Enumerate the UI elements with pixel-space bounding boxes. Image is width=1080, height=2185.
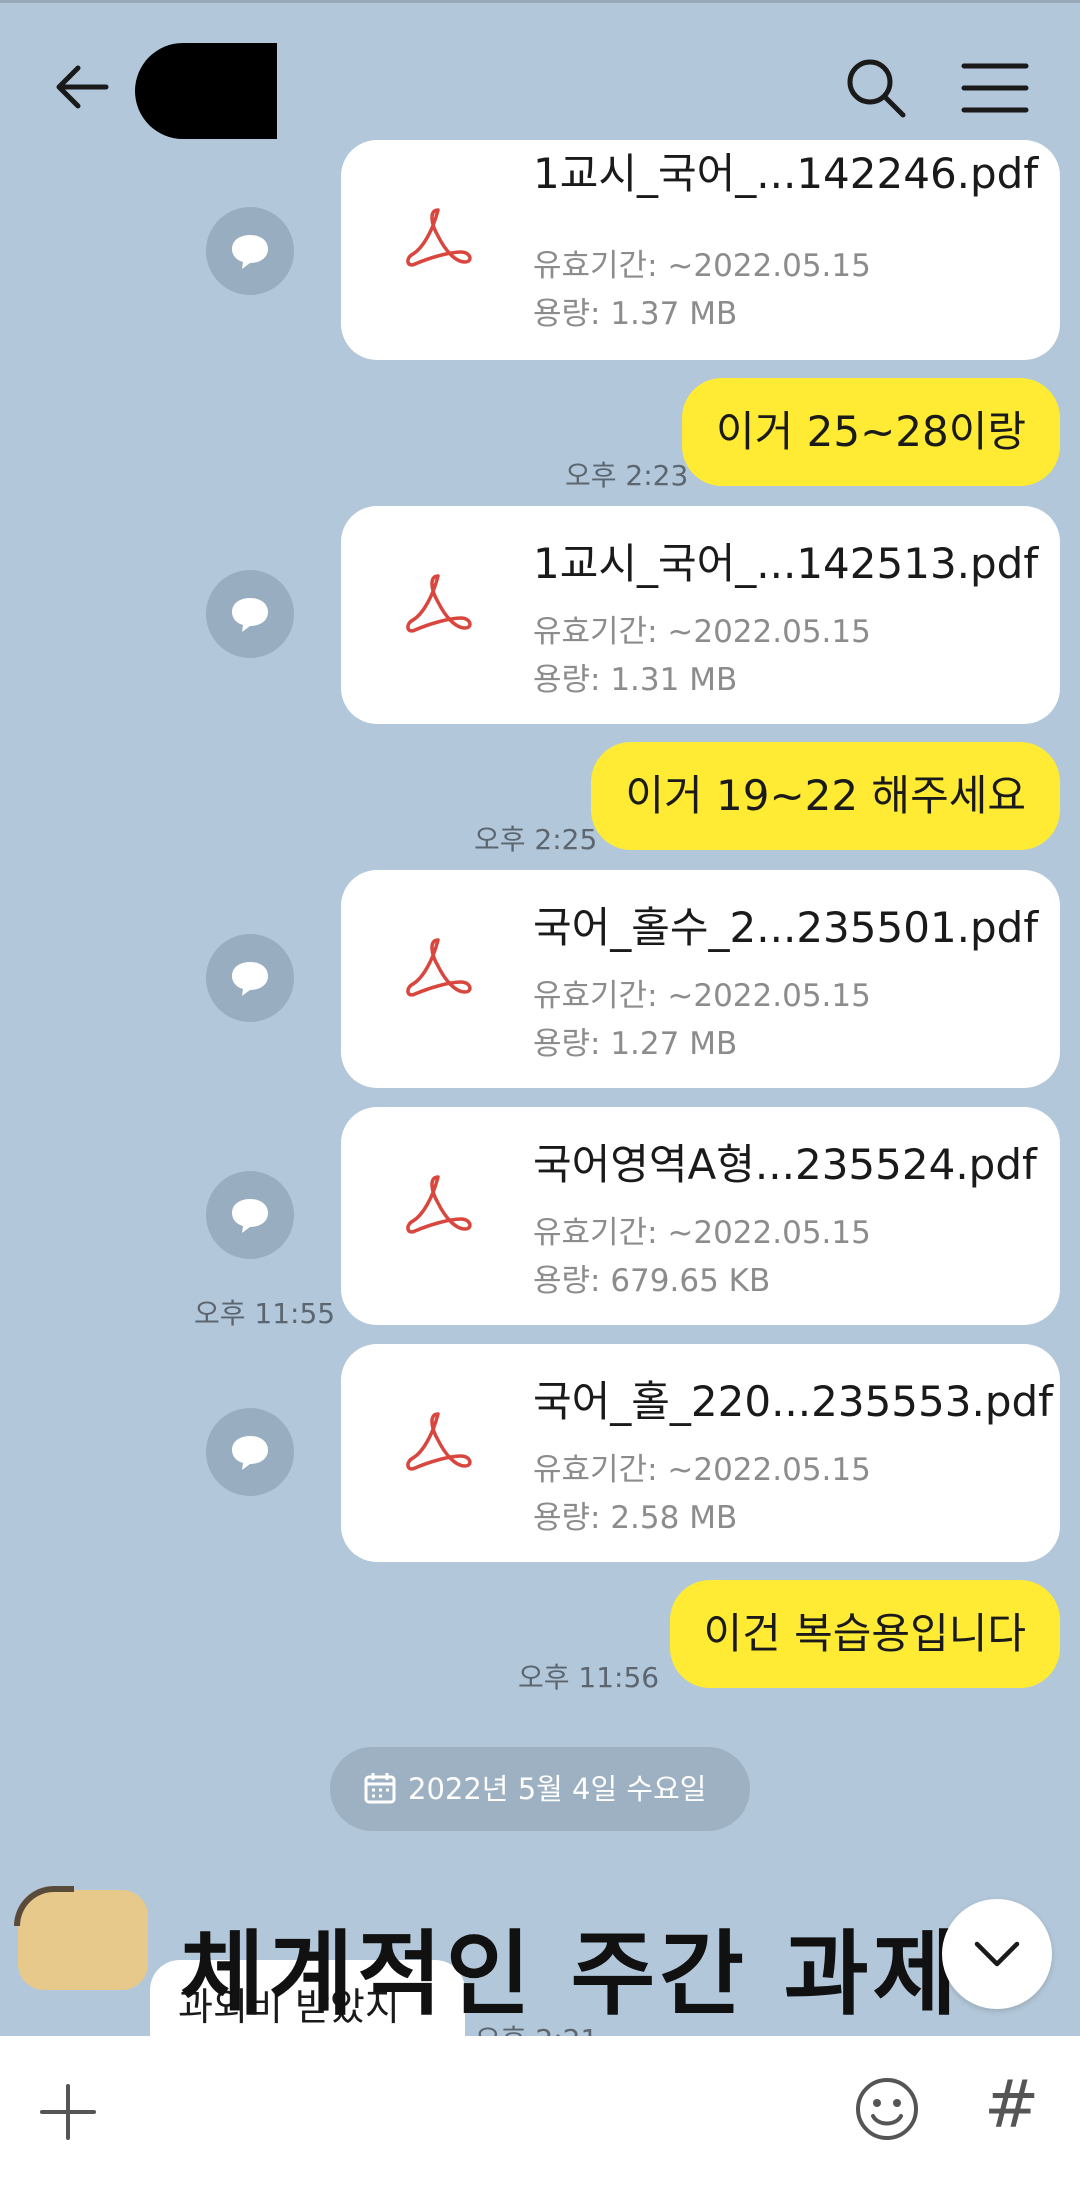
my-message-bubble[interactable]: 이거 25~28이랑 [682, 378, 1060, 486]
file-size: 용량: 679.65 KB [533, 1263, 771, 1299]
file-expiry: 유효기간: ~2022.05.15 [533, 1452, 871, 1488]
message-input-bar: # [0, 2036, 1080, 2185]
menu-button[interactable] [960, 58, 1030, 118]
redacted-chat-name [135, 43, 277, 139]
message-time: 오후 2:25 [474, 823, 598, 856]
file-name: 국어영역A형...235524.pdf [533, 1140, 1037, 1189]
attach-button[interactable] [38, 2082, 98, 2146]
share-button[interactable] [206, 934, 294, 1022]
file-expiry: 유효기간: ~2022.05.15 [533, 614, 871, 650]
pdf-icon [406, 938, 472, 997]
file-size: 용량: 1.31 MB [533, 662, 738, 698]
message-time: 오후 2:23 [565, 459, 689, 492]
speech-bubble-icon [232, 962, 268, 996]
speech-bubble-icon [232, 1436, 268, 1470]
plus-icon [40, 2084, 96, 2140]
pdf-icon [406, 208, 472, 267]
file-card[interactable]: 1교시_국어_...142246.pdf 유효기간: ~2022.05.15 용… [341, 140, 1060, 360]
my-message-bubble[interactable]: 이건 복습용입니다 [669, 1580, 1060, 1688]
pdf-icon [406, 574, 472, 633]
file-card[interactable]: 국어영역A형...235524.pdf 유효기간: ~2022.05.15 용량… [341, 1107, 1060, 1325]
speech-bubble-icon [232, 235, 268, 269]
file-card[interactable]: 국어_홀수_2...235501.pdf 유효기간: ~2022.05.15 용… [341, 870, 1060, 1088]
calendar-icon [364, 1773, 396, 1804]
overlay-caption: 체계적인 주간 과제 [180, 1921, 962, 2028]
date-divider: 2022년 5월 4일 수요일 [330, 1747, 750, 1831]
status-divider [0, 0, 1080, 3]
file-card[interactable]: 국어_홀_220...235553.pdf 유효기간: ~2022.05.15 … [341, 1344, 1060, 1562]
back-button[interactable] [48, 52, 118, 122]
date-divider-label: 2022년 5월 4일 수요일 [408, 1772, 707, 1806]
scroll-to-bottom-button[interactable] [942, 1899, 1052, 2009]
my-message-bubble[interactable]: 이거 19~22 해주세요 [591, 742, 1060, 850]
speech-bubble-icon [232, 1199, 268, 1233]
file-expiry: 유효기간: ~2022.05.15 [533, 248, 871, 284]
share-button[interactable] [206, 570, 294, 658]
file-expiry: 유효기간: ~2022.05.15 [533, 1215, 871, 1251]
search-button[interactable] [843, 55, 909, 121]
file-name: 국어_홀수_2...235501.pdf [533, 903, 1039, 952]
chat-screen: 1교시_국어_...142246.pdf 유효기간: ~2022.05.15 용… [0, 0, 1080, 2185]
file-name: 1교시_국어_...142513.pdf [533, 539, 1039, 588]
file-size: 용량: 1.37 MB [533, 296, 738, 332]
share-button[interactable] [206, 1408, 294, 1496]
message-time: 오후 11:55 [194, 1297, 336, 1330]
pdf-icon [406, 1175, 472, 1234]
share-button[interactable] [206, 1171, 294, 1259]
hashtag-search-button[interactable]: # [984, 2072, 1039, 2138]
file-size: 용량: 2.58 MB [533, 1500, 738, 1536]
smiley-icon [856, 2078, 918, 2140]
file-name: 1교시_국어_...142246.pdf [533, 149, 1039, 198]
file-card[interactable]: 1교시_국어_...142513.pdf 유효기간: ~2022.05.15 용… [341, 506, 1060, 724]
arrow-left-icon [56, 65, 109, 109]
hamburger-menu-icon [961, 63, 1029, 113]
search-icon [847, 59, 906, 118]
sender-avatar[interactable] [14, 1886, 148, 1990]
message-time: 오후 11:56 [518, 1661, 660, 1694]
chevron-down-icon [974, 1941, 1020, 1967]
speech-bubble-icon [232, 598, 268, 632]
file-expiry: 유효기간: ~2022.05.15 [533, 978, 871, 1014]
file-name: 국어_홀_220...235553.pdf [533, 1377, 1053, 1426]
file-size: 용량: 1.27 MB [533, 1026, 738, 1062]
share-button[interactable] [206, 207, 294, 295]
emoji-button[interactable] [854, 2076, 920, 2146]
pdf-icon [406, 1412, 472, 1471]
